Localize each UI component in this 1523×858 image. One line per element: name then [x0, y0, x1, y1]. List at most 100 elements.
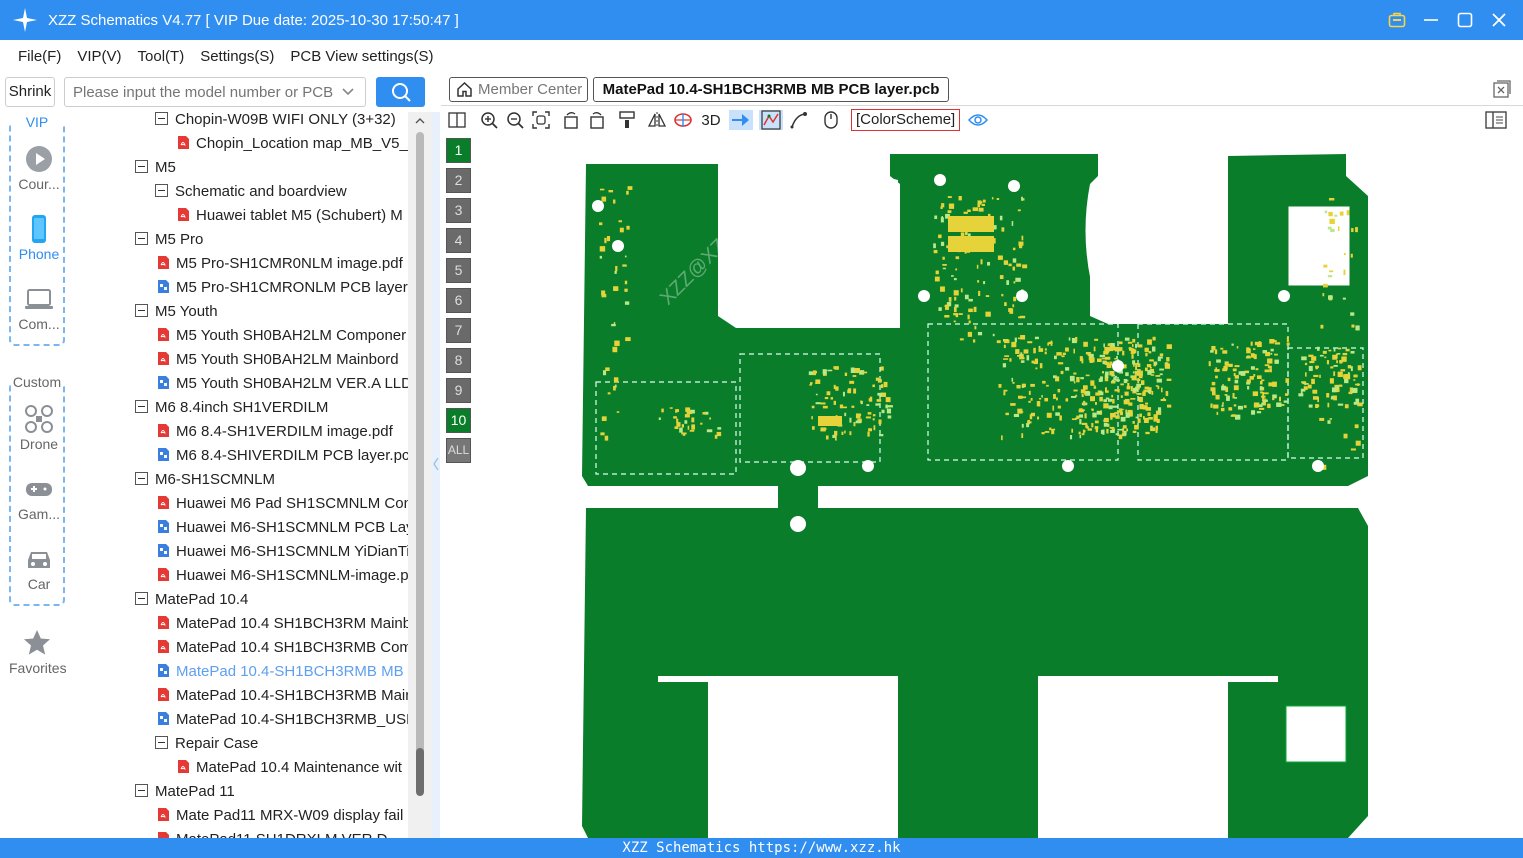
pdf-file-icon: [157, 351, 176, 368]
collapse-toggle-icon[interactable]: [135, 304, 148, 317]
collapse-arrow-icon[interactable]: [432, 454, 440, 474]
sidebar-item-game[interactable]: Gam...: [11, 474, 67, 522]
collapse-toggle-icon[interactable]: [135, 784, 148, 797]
scrollbar-thumb[interactable]: [416, 748, 424, 796]
layer-button-2[interactable]: 2: [446, 168, 471, 193]
menu-tool[interactable]: Tool(T): [138, 48, 185, 65]
network-view-button[interactable]: [759, 110, 783, 130]
layer-button-3[interactable]: 3: [446, 198, 471, 223]
layer-button-7[interactable]: 7: [446, 318, 471, 343]
sidebar-item-phone[interactable]: Phone: [11, 214, 67, 262]
tree-file[interactable]: MatePad 10.4-SH1BCH3RMB Main: [157, 684, 408, 708]
panel-splitter[interactable]: [432, 112, 440, 838]
collapse-toggle-icon[interactable]: [155, 184, 168, 197]
minimize-button[interactable]: [1421, 10, 1441, 30]
sidebar-item-favorites[interactable]: Favorites: [9, 628, 67, 676]
menu-pcb-view-settings[interactable]: PCB View settings(S): [290, 48, 433, 65]
tree-file[interactable]: MatePad 10.4 Maintenance wit: [177, 756, 402, 780]
search-input[interactable]: [64, 77, 366, 107]
collapse-toggle-icon[interactable]: [135, 472, 148, 485]
search-button[interactable]: [376, 77, 425, 107]
layer-button-4[interactable]: 4: [446, 228, 471, 253]
tree-file[interactable]: Chopin_Location map_MB_V5_A: [177, 132, 408, 156]
tree-file[interactable]: Huawei M6 Pad SH1SCMNLM Con: [157, 492, 408, 516]
collapse-toggle-icon[interactable]: [135, 160, 148, 173]
tree-file[interactable]: Huawei M6-SH1SCMNLM PCB Lay: [157, 516, 408, 540]
highlight-net-button[interactable]: [729, 110, 753, 130]
layer-button-1[interactable]: 1: [446, 138, 471, 163]
layer-button-10[interactable]: 10: [446, 408, 471, 433]
close-button[interactable]: [1489, 10, 1509, 30]
collapse-toggle-icon[interactable]: [135, 592, 148, 605]
tree-folder[interactable]: MatePad 11: [135, 780, 235, 804]
collapse-toggle-icon[interactable]: [155, 736, 168, 749]
tree-folder[interactable]: M6 8.4inch SH1VERDILM: [135, 396, 328, 420]
pcb-canvas[interactable]: XZZ@XZZHKXZZ@XZZHKXZZ@XZZHKXZZ@XZZHK: [478, 136, 1523, 838]
tree-folder[interactable]: MatePad 10.4: [135, 588, 248, 612]
tree-file[interactable]: Huawei M6-SH1SCMNLM YiDianTi: [157, 540, 408, 564]
maximize-button[interactable]: [1455, 10, 1475, 30]
collapse-toggle-icon[interactable]: [155, 112, 168, 125]
tree-file[interactable]: Huawei tablet M5 (Schubert) M: [177, 204, 403, 228]
tab-pcb-file[interactable]: MatePad 10.4-SH1BCH3RMB MB PCB layer.pcb: [593, 77, 949, 102]
tree-folder[interactable]: M5: [135, 156, 176, 180]
close-tabs-icon[interactable]: [1493, 80, 1511, 98]
format-brush-button[interactable]: [617, 110, 637, 130]
tree-file[interactable]: M5 Youth SH0BAH2LM VER.A LLDI: [157, 372, 408, 396]
zoom-in-button[interactable]: [479, 110, 499, 130]
mouse-mode-button[interactable]: [821, 110, 841, 130]
sidebar-item-courses[interactable]: Cour...: [11, 144, 67, 192]
side-panel-toggle-icon[interactable]: [1485, 110, 1507, 130]
sidebar-item-drone[interactable]: Drone: [11, 404, 67, 452]
scroll-up-icon[interactable]: [415, 116, 425, 126]
layer-button-5[interactable]: 5: [446, 258, 471, 283]
shrink-button[interactable]: Shrink: [5, 77, 55, 107]
layer-button-all[interactable]: ALL: [446, 438, 471, 463]
trace-button[interactable]: [789, 110, 809, 130]
rotate-left-button[interactable]: [561, 110, 581, 130]
sidebar-item-car[interactable]: Car: [11, 544, 67, 592]
rotate-right-button[interactable]: [587, 110, 607, 130]
tree-folder[interactable]: Chopin-W09B WIFI ONLY (3+32): [155, 112, 396, 132]
mirror-button[interactable]: [647, 110, 667, 130]
chevron-down-icon[interactable]: [340, 84, 356, 100]
menu-vip[interactable]: VIP(V): [77, 48, 121, 65]
tree-file[interactable]: MatePad11 SH1DRXLM VER.D ...: [157, 828, 404, 838]
menu-settings[interactable]: Settings(S): [200, 48, 274, 65]
tree-file[interactable]: MatePad 10.4-SH1BCH3RMB_USB: [157, 708, 408, 732]
collapse-toggle-icon[interactable]: [135, 400, 148, 413]
tree-folder[interactable]: M5 Youth: [135, 300, 218, 324]
menu-file[interactable]: File(F): [18, 48, 61, 65]
layer-button-6[interactable]: 6: [446, 288, 471, 313]
tree-file[interactable]: Huawei M6-SH1SCMNLM-image.p: [157, 564, 408, 588]
tree-folder[interactable]: M6-SH1SCMNLM: [135, 468, 275, 492]
fit-view-button[interactable]: [531, 110, 551, 130]
pcb-board-view[interactable]: XZZ@XZZHKXZZ@XZZHKXZZ@XZZHKXZZ@XZZHK: [478, 136, 1523, 838]
layer-button-8[interactable]: 8: [446, 348, 471, 373]
collapse-toggle-icon[interactable]: [135, 232, 148, 245]
tree-file[interactable]: M5 Pro-SH1CMR0NLM image.pdf: [157, 252, 403, 276]
tree-folder[interactable]: M5 Pro: [135, 228, 203, 252]
sidebar-item-computer[interactable]: Com...: [11, 284, 67, 332]
3d-view-button[interactable]: 3D: [699, 110, 723, 130]
tree-file[interactable]: M5 Pro-SH1CMRONLM PCB layer.p: [157, 276, 408, 300]
flip-view-button[interactable]: [673, 110, 693, 130]
color-scheme-button[interactable]: [ColorScheme]: [851, 109, 961, 131]
tree-file[interactable]: MatePad 10.4-SH1BCH3RMB MB F: [157, 660, 408, 684]
tab-member-center[interactable]: Member Center: [449, 77, 588, 102]
vip-badge-icon[interactable]: [1387, 10, 1407, 30]
split-view-button[interactable]: [447, 110, 467, 130]
tree-file[interactable]: M5 Youth SH0BAH2LM Componer: [157, 324, 406, 348]
tree-file[interactable]: M6 8.4-SH1VERDILM image.pdf: [157, 420, 393, 444]
tree-file[interactable]: MatePad 10.4 SH1BCH3RMB Comp: [157, 636, 408, 660]
tree-file[interactable]: M5 Youth SH0BAH2LM Mainbord: [157, 348, 399, 372]
tree-file[interactable]: M6 8.4-SHIVERDILM PCB layer.pcb: [157, 444, 408, 468]
layer-button-9[interactable]: 9: [446, 378, 471, 403]
tree-scrollbar[interactable]: [408, 112, 432, 838]
zoom-out-button[interactable]: [505, 110, 525, 130]
tree-file[interactable]: MatePad 10.4 SH1BCH3RM Mainb: [157, 612, 408, 636]
tree-folder[interactable]: Schematic and boardview: [155, 180, 347, 204]
tree-file[interactable]: Mate Pad11 MRX-W09 display fail: [157, 804, 403, 828]
visibility-button[interactable]: [968, 110, 989, 130]
tree-folder[interactable]: Repair Case: [155, 732, 258, 756]
